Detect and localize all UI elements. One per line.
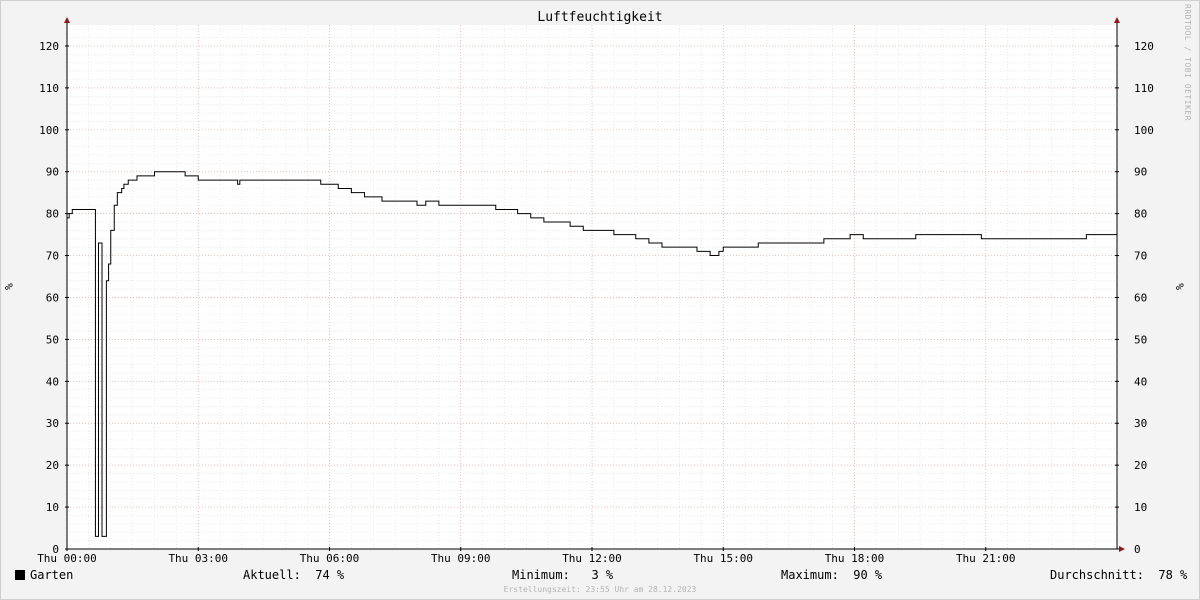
y-axis-arrow-right <box>1114 17 1120 23</box>
y-tick-label-right: 40 <box>1134 375 1147 388</box>
y-tick-label-left: 50 <box>46 333 59 346</box>
legend-current: Aktuell: 74 % <box>243 568 345 582</box>
legend-average: Durchschnitt: 78 % <box>1050 568 1188 582</box>
y-tick-label-right: 10 <box>1134 501 1147 514</box>
y-tick-label-right: 90 <box>1134 166 1147 179</box>
y-tick-label-left: 100 <box>39 124 59 137</box>
x-tick-label: Thu 15:00 <box>693 552 753 565</box>
y-tick-label-right: 80 <box>1134 208 1147 221</box>
y-tick-label-left: 40 <box>46 375 59 388</box>
y-tick-label-left: 20 <box>46 459 59 472</box>
x-tick-label: Thu 00:00 <box>37 552 97 565</box>
y-tick-label-right: 110 <box>1134 82 1154 95</box>
y-tick-label-right: 100 <box>1134 124 1154 137</box>
y-tick-label-left: 60 <box>46 291 59 304</box>
y-tick-label-left: 110 <box>39 82 59 95</box>
x-tick-label: Thu 03:00 <box>168 552 228 565</box>
footer-timestamp: Erstellungszeit: 23:55 Uhr am 28.12.2023 <box>503 585 697 594</box>
y-tick-label-right: 50 <box>1134 333 1147 346</box>
y-tick-label-left: 30 <box>46 417 59 430</box>
x-axis-arrow <box>1119 546 1125 552</box>
legend-series-name: Garten <box>30 568 74 582</box>
x-tick-label: Thu 21:00 <box>956 552 1016 565</box>
y-tick-label-left: 120 <box>39 40 59 53</box>
x-tick-label: Thu 18:00 <box>825 552 885 565</box>
legend-maximum: Maximum: 90 % <box>781 568 883 582</box>
x-tick-label: Thu 12:00 <box>562 552 622 565</box>
y-tick-label-left: 80 <box>46 208 59 221</box>
humidity-chart: 0 010 1020 2030 3040 4050 5060 6070 7080 8090 9010… <box>37 17 1154 565</box>
y-tick-label-left: 70 <box>46 250 59 263</box>
legend-minimum: Minimum: 3 % <box>512 568 614 582</box>
legend-swatch <box>15 570 25 580</box>
y-tick-label-right: 60 <box>1134 291 1147 304</box>
x-tick-label: Thu 06:00 <box>300 552 360 565</box>
y-tick-label-right: 0 <box>1134 543 1141 556</box>
x-tick-label: Thu 09:00 <box>431 552 491 565</box>
y-axis-arrow-left <box>64 17 70 23</box>
y-tick-label-right: 30 <box>1134 417 1147 430</box>
y-tick-label-right: 20 <box>1134 459 1147 472</box>
y-tick-label-left: 90 <box>46 166 59 179</box>
y-tick-label-right: 120 <box>1134 40 1154 53</box>
y-tick-label-right: 70 <box>1134 250 1147 263</box>
y-tick-label-left: 10 <box>46 501 59 514</box>
